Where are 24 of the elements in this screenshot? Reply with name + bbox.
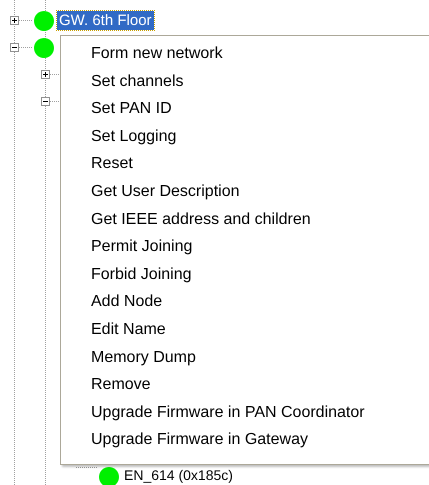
status-dot — [34, 10, 54, 30]
menu-item[interactable]: Forbid Joining — [61, 260, 429, 288]
tree-item[interactable]: GW. 6th Floor — [57, 11, 154, 30]
expand-icon[interactable] — [41, 70, 50, 79]
collapse-icon[interactable] — [10, 43, 19, 52]
menu-item[interactable]: Upgrade Firmware in PAN Coordinator — [61, 398, 429, 426]
menu-item[interactable]: Edit Name — [61, 316, 429, 344]
status-dot — [99, 467, 119, 485]
collapse-icon[interactable] — [41, 97, 50, 106]
menu-item[interactable]: Add Node — [61, 288, 429, 316]
menu-item[interactable]: Set channels — [61, 68, 429, 96]
menu-item[interactable]: Permit Joining — [61, 233, 429, 261]
menu-item[interactable]: Get IEEE address and children — [61, 206, 429, 234]
menu-item[interactable]: Set PAN ID — [61, 95, 429, 123]
menu-item[interactable]: Memory Dump — [61, 344, 429, 372]
menu-item[interactable]: Get User Description — [61, 178, 429, 206]
status-dot — [34, 38, 54, 58]
tree-item[interactable]: EN_614 (0x185c) — [122, 467, 235, 483]
menu-item[interactable]: Form new network — [61, 40, 429, 68]
expand-icon[interactable] — [10, 16, 19, 25]
menu-item[interactable]: Set Logging — [61, 122, 429, 150]
menu-item[interactable]: Reset — [61, 150, 429, 178]
menu-item[interactable]: Remove — [61, 371, 429, 399]
menu-item[interactable]: Upgrade Firmware in Gateway — [61, 426, 429, 454]
